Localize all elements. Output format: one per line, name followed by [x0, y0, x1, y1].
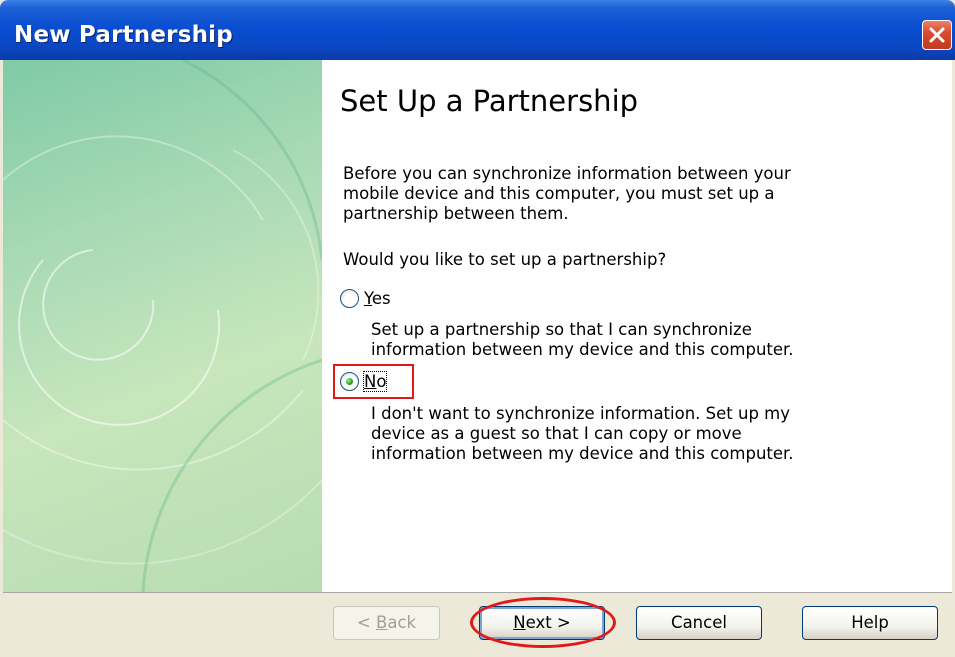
radio-yes-label: Yes [364, 289, 391, 308]
help-button[interactable]: Help [802, 606, 938, 640]
intro-text: Before you can synchronize information b… [343, 164, 791, 223]
new-partnership-dialog: New Partnership Set Up a Partnership Bef… [0, 0, 955, 657]
title-bar[interactable]: New Partnership [0, 0, 955, 60]
radio-yes[interactable]: Yes [340, 287, 460, 311]
close-button[interactable] [922, 20, 952, 50]
highlight-box-no [333, 364, 414, 399]
back-button[interactable]: < Back [333, 606, 440, 640]
radio-unselected-icon[interactable] [340, 289, 359, 308]
close-icon [929, 27, 945, 43]
question-text: Would you like to set up a partnership? [343, 250, 667, 269]
highlight-ellipse-next [470, 597, 616, 648]
cancel-button[interactable]: Cancel [636, 606, 762, 640]
page-heading: Set Up a Partnership [340, 84, 639, 118]
wizard-side-image [3, 60, 322, 592]
window-title: New Partnership [14, 22, 233, 48]
radio-no-description: I don't want to synchronize information.… [371, 404, 794, 463]
radio-yes-description: Set up a partnership so that I can synch… [371, 320, 794, 359]
